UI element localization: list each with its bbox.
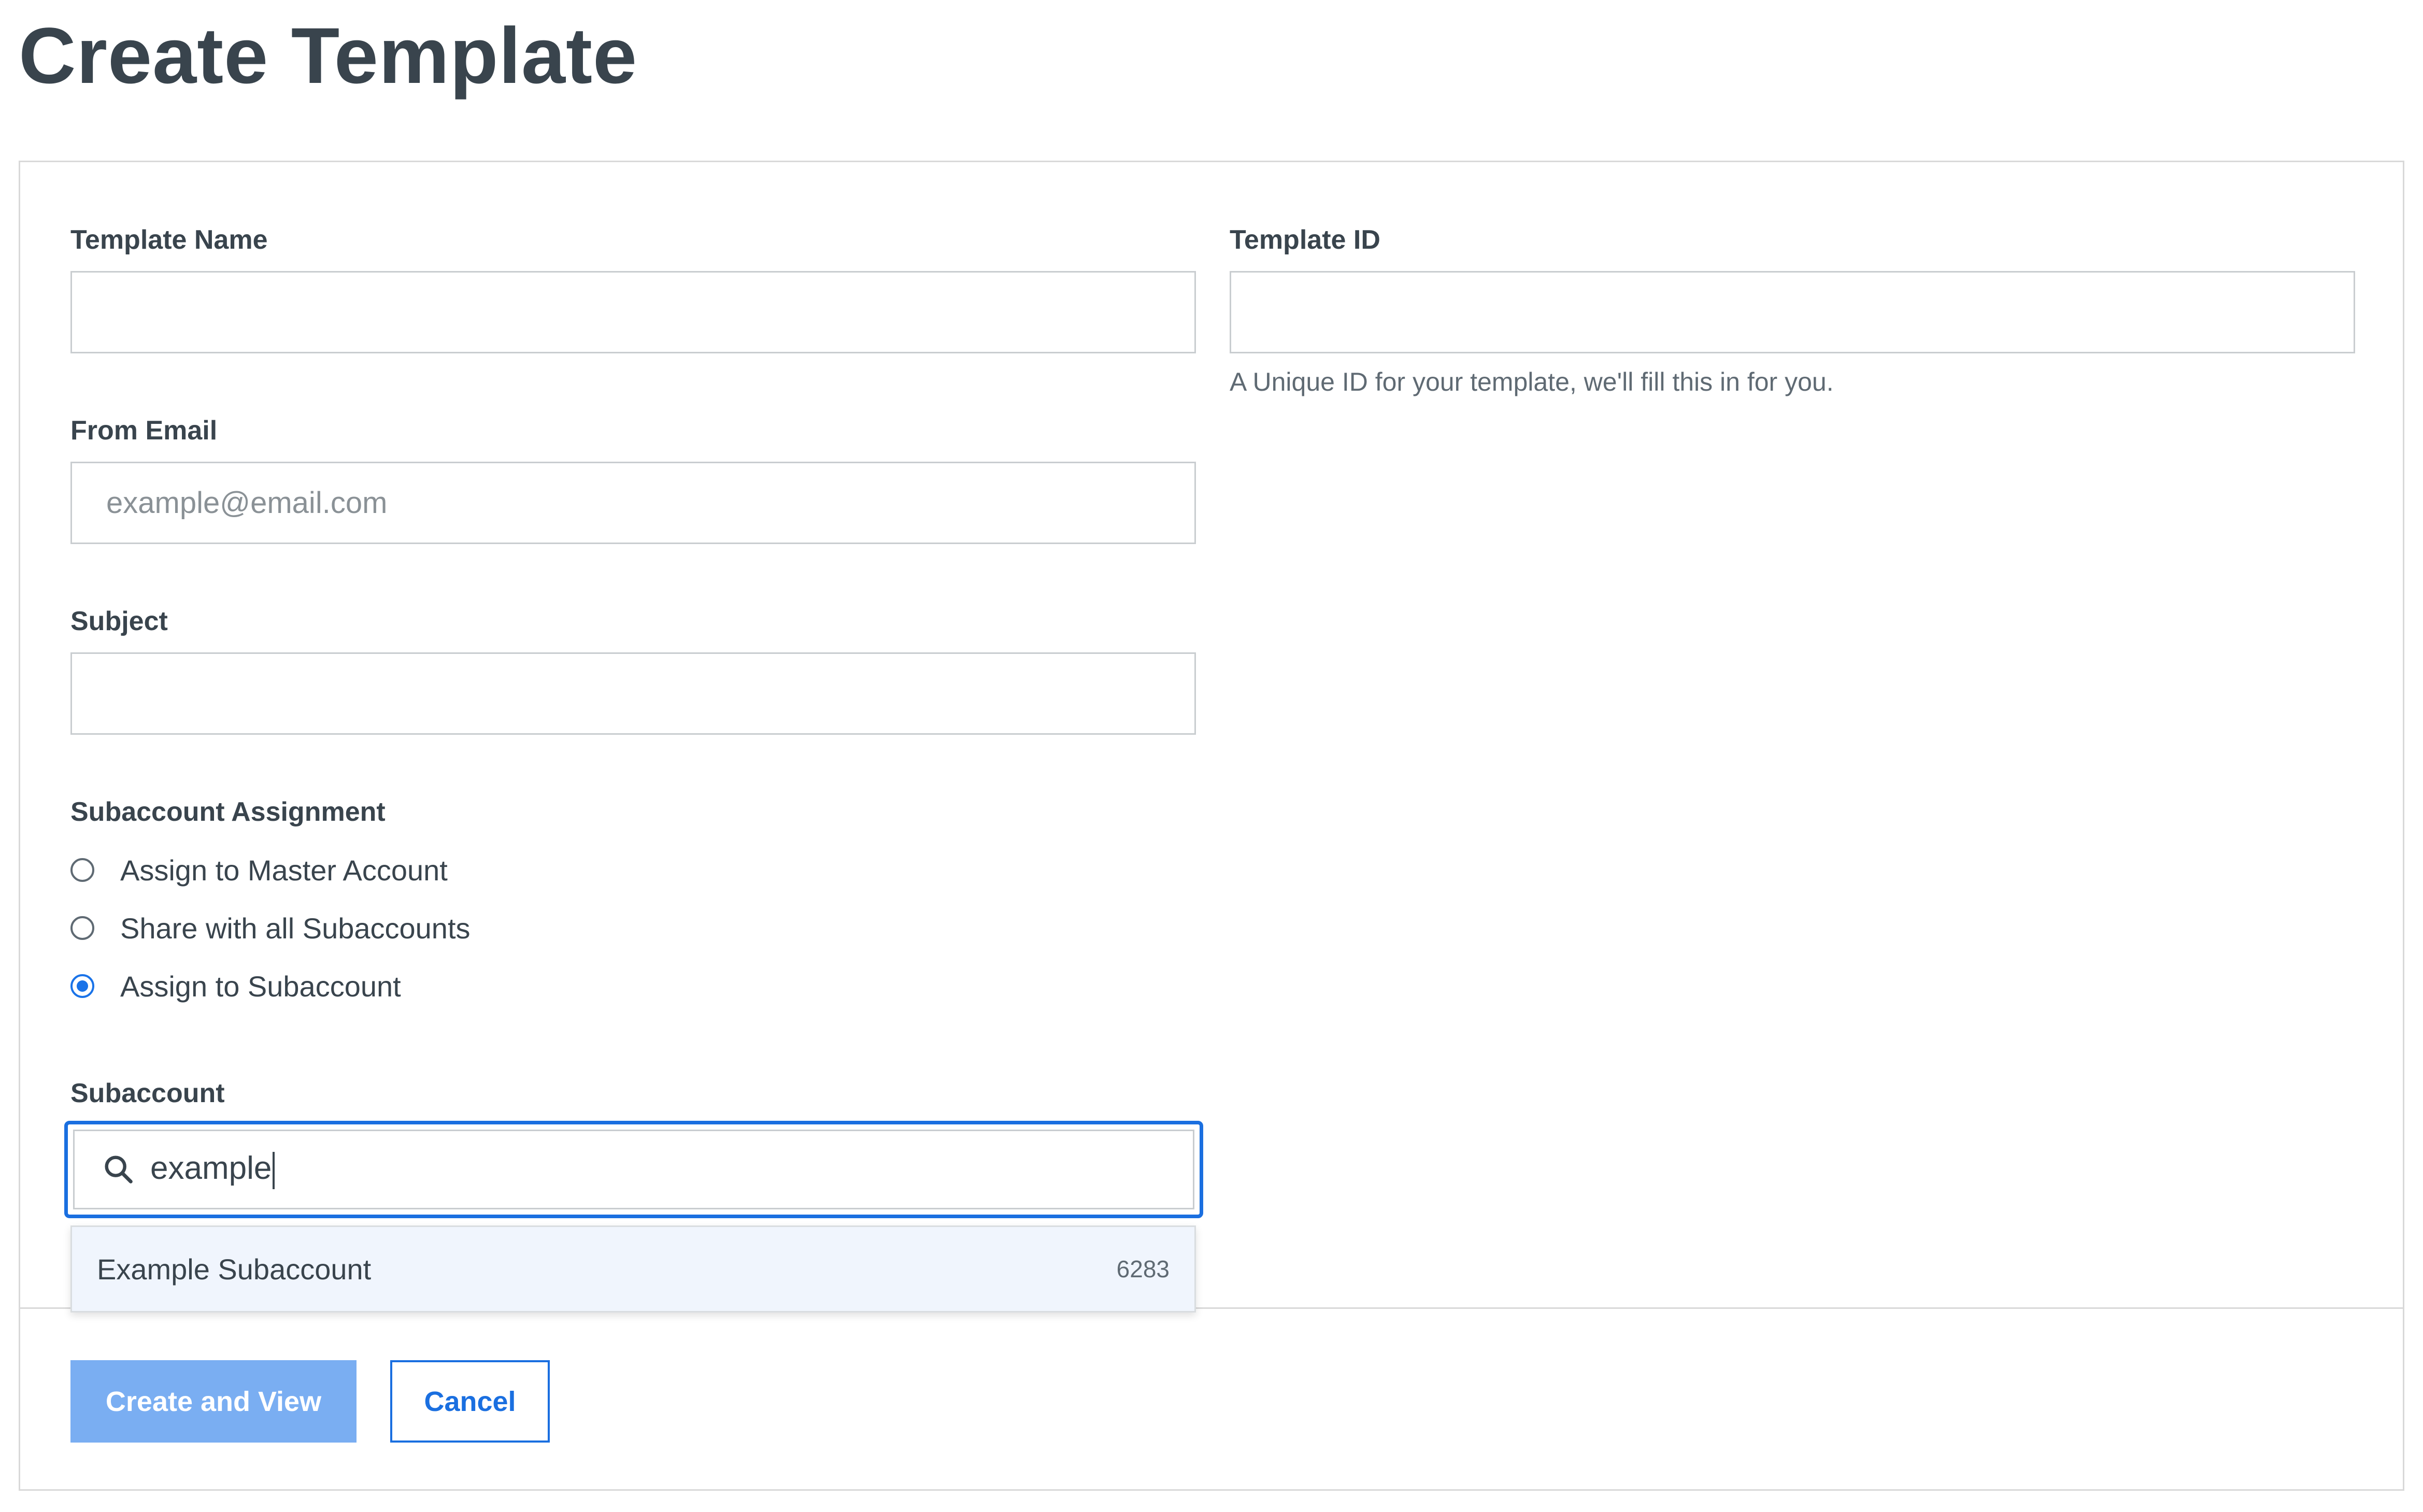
radio-button-share-all[interactable] bbox=[70, 916, 94, 940]
text-caret bbox=[273, 1151, 275, 1189]
template-id-input[interactable] bbox=[1231, 273, 2354, 352]
subaccount-search-field[interactable]: example bbox=[64, 1121, 1203, 1218]
template-name-label: Template Name bbox=[70, 225, 268, 255]
from-email-field bbox=[70, 462, 1196, 544]
subaccount-assignment-label: Subaccount Assignment bbox=[70, 797, 386, 827]
create-and-view-button[interactable]: Create and View bbox=[70, 1360, 357, 1443]
radio-label-share-all: Share with all Subaccounts bbox=[120, 911, 471, 945]
dropdown-option-name: Example Subaccount bbox=[97, 1252, 372, 1286]
cancel-button[interactable]: Cancel bbox=[390, 1360, 550, 1443]
template-id-label: Template ID bbox=[1230, 225, 1380, 255]
subject-field bbox=[70, 652, 1196, 735]
template-id-help: A Unique ID for your template, we'll fil… bbox=[1230, 367, 1834, 396]
radio-button-subaccount[interactable] bbox=[70, 974, 94, 998]
subaccount-search-value: example bbox=[150, 1150, 272, 1187]
template-id-field bbox=[1230, 271, 2355, 353]
radio-label-subaccount: Assign to Subaccount bbox=[120, 969, 401, 1003]
from-email-input[interactable] bbox=[72, 463, 1194, 543]
subject-label: Subject bbox=[70, 606, 168, 636]
page-title: Create Template bbox=[19, 11, 638, 100]
subject-input[interactable] bbox=[72, 654, 1194, 733]
subaccount-search-input[interactable]: example bbox=[150, 1150, 275, 1189]
dropdown-option-id: 6283 bbox=[1116, 1256, 1170, 1282]
subaccount-label: Subaccount bbox=[70, 1078, 225, 1108]
radio-assign-master[interactable]: Assign to Master Account bbox=[70, 849, 448, 891]
search-icon bbox=[105, 1156, 133, 1183]
radio-assign-subaccount[interactable]: Assign to Subaccount bbox=[70, 965, 401, 1007]
template-name-field bbox=[70, 271, 1196, 353]
template-name-input[interactable] bbox=[72, 273, 1194, 352]
subaccount-search-inner[interactable]: example bbox=[73, 1130, 1194, 1209]
radio-label-master: Assign to Master Account bbox=[120, 853, 448, 887]
template-form-panel: Template Name Template ID A Unique ID fo… bbox=[19, 161, 2404, 1491]
subaccount-dropdown-option[interactable]: Example Subaccount 6283 bbox=[70, 1225, 1196, 1313]
radio-share-all[interactable]: Share with all Subaccounts bbox=[70, 907, 471, 949]
radio-button-master[interactable] bbox=[70, 858, 94, 882]
from-email-label: From Email bbox=[70, 416, 218, 446]
